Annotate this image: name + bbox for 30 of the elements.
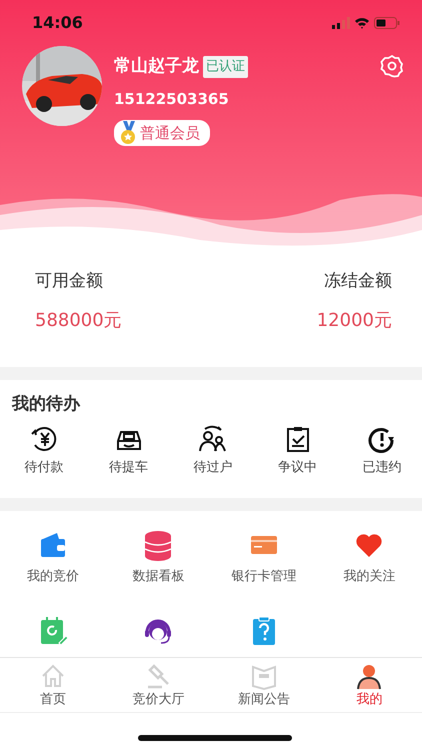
membership-badge: 普通会员 bbox=[114, 120, 210, 146]
balance-amount: 12000元 bbox=[316, 308, 392, 332]
battery-icon bbox=[374, 17, 400, 29]
verified-badge: 已认证 bbox=[203, 56, 248, 78]
tab-bar-item[interactable]: 新闻公告 bbox=[211, 658, 316, 712]
users-icon bbox=[197, 424, 229, 454]
todo-item[interactable]: 待过户 bbox=[181, 424, 245, 477]
wifi-icon bbox=[354, 17, 370, 29]
balance-amount: 588000元 bbox=[35, 308, 122, 332]
todo-item[interactable]: 待付款 bbox=[12, 424, 76, 477]
phone-number: 15122503365 bbox=[114, 88, 230, 110]
menu-item[interactable]: 我的关注 bbox=[316, 529, 422, 586]
tab-bar-item[interactable]: 首页 bbox=[0, 658, 106, 712]
todo-item[interactable]: 待提车 bbox=[96, 424, 160, 477]
todo-item[interactable]: 争议中 bbox=[266, 424, 330, 477]
signal-icon bbox=[332, 17, 350, 29]
tab-bar-item[interactable]: 竞价大厅 bbox=[106, 658, 211, 712]
tab-bar-item[interactable]: 我的 bbox=[316, 658, 422, 712]
menu-item[interactable]: 我的竞价 bbox=[0, 529, 106, 586]
settings-icon[interactable] bbox=[380, 54, 404, 78]
section-title: 我的待办 bbox=[10, 393, 82, 416]
medal-icon bbox=[118, 121, 138, 145]
menu-item[interactable]: 银行卡管理 bbox=[211, 529, 316, 586]
balance-label: 可用金额 bbox=[35, 270, 103, 293]
person-icon bbox=[355, 662, 384, 690]
status-time: 14:06 bbox=[32, 12, 83, 34]
todo-item[interactable]: 已违约 bbox=[350, 424, 414, 477]
user-name: 常山赵子龙 bbox=[114, 55, 199, 78]
menu-item[interactable]: 数据看板 bbox=[106, 529, 211, 586]
balance-label: 冻结金额 bbox=[324, 270, 392, 293]
